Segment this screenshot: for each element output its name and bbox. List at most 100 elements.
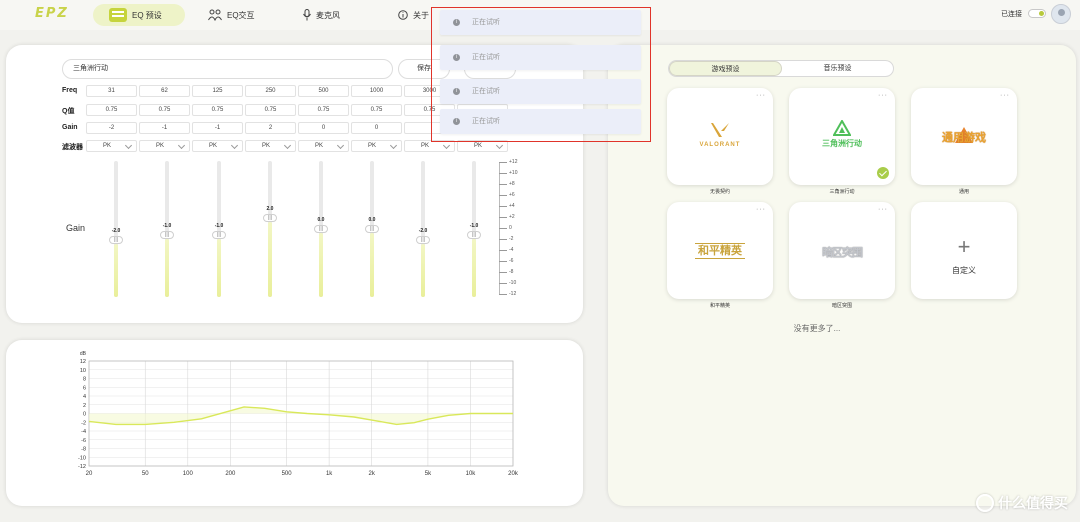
tab-music-presets[interactable]: 音乐预设 bbox=[782, 61, 893, 76]
q-cell[interactable]: 0.75 bbox=[298, 104, 349, 116]
scale-tick bbox=[499, 294, 507, 295]
freq-cell[interactable]: 1000 bbox=[351, 85, 402, 97]
x-tick-label: 2k bbox=[368, 471, 375, 477]
filter-cell[interactable]: PK bbox=[192, 140, 243, 152]
gain-cell[interactable]: -1 bbox=[192, 122, 243, 134]
scale-label: -2 bbox=[509, 236, 514, 242]
freq-cell[interactable]: 31 bbox=[86, 85, 137, 97]
q-cell[interactable]: 0.75 bbox=[192, 104, 243, 116]
preset-caption-valorant: 无畏契约 bbox=[709, 189, 730, 195]
watermark-text: 什么值得买 bbox=[998, 495, 1068, 511]
filter-cell[interactable]: PK bbox=[139, 140, 190, 152]
preset-caption-arena-breakout: 暗区突围 bbox=[831, 303, 852, 309]
gain-slider-handle[interactable]: ||| bbox=[109, 236, 123, 245]
y-tick-label: 8 bbox=[83, 377, 86, 383]
gain-slider[interactable]: -1.0 ||| bbox=[212, 161, 226, 297]
gain-slider-value: -1.0 bbox=[162, 222, 172, 229]
gain-slider[interactable]: 0.0 ||| bbox=[314, 161, 328, 297]
preset-card-peace-elite[interactable]: ··· 和平精英 bbox=[667, 202, 773, 299]
gain-slider[interactable]: -2.0 ||| bbox=[416, 161, 430, 297]
more-icon[interactable]: ··· bbox=[878, 206, 888, 213]
gain-slider[interactable]: 0.0 ||| bbox=[365, 161, 379, 297]
tab-game-presets[interactable]: 游戏预设 bbox=[669, 61, 782, 76]
preset-name-input[interactable]: 三角洲行动 bbox=[62, 59, 393, 79]
more-icon[interactable]: ··· bbox=[878, 92, 888, 99]
freq-cell[interactable]: 125 bbox=[192, 85, 243, 97]
gain-slider-fill bbox=[472, 238, 476, 297]
gain-cell[interactable]: 0 bbox=[298, 122, 349, 134]
toast-message: i 正在试听 bbox=[440, 79, 641, 104]
gain-cell[interactable]: -1 bbox=[139, 122, 190, 134]
gain-slider-handle[interactable]: ||| bbox=[314, 225, 328, 233]
q-cell[interactable]: 0.75 bbox=[86, 104, 137, 116]
gain-slider[interactable]: -1.0 ||| bbox=[467, 161, 481, 297]
filter-cell[interactable]: PK bbox=[298, 140, 349, 152]
gain-cell[interactable]: 2 bbox=[245, 122, 296, 134]
preset-caption-delta-force: 三角洲行动 bbox=[829, 189, 855, 195]
nav-eq-interact[interactable]: EQ交互 bbox=[208, 4, 255, 26]
peace-elite-logo-text: 和平精英 bbox=[695, 243, 745, 259]
gain-slider-handle[interactable]: ||| bbox=[160, 230, 174, 239]
frequency-response-panel: 12 10 8 6 4 2 0 -2 -4 -6 -8 -10 -12 20 50 100 200 500 1k 2k… bbox=[6, 340, 583, 506]
nav-eq-preset[interactable]: EQ 预设 bbox=[93, 4, 185, 26]
gain-slider-handle[interactable]: ||| bbox=[365, 225, 379, 233]
freq-cell[interactable]: 62 bbox=[139, 85, 190, 97]
y-tick-label: -2 bbox=[81, 420, 86, 426]
gain-cell[interactable]: -2 bbox=[86, 122, 137, 134]
scale-label: +6 bbox=[509, 192, 515, 198]
preset-card-valorant[interactable]: ··· VALORANT bbox=[667, 88, 773, 185]
preset-card-delta-force[interactable]: ··· 三角洲行动 bbox=[789, 88, 895, 185]
gain-slider-fill bbox=[370, 233, 374, 297]
more-icon[interactable]: ··· bbox=[1000, 92, 1010, 99]
q-cell[interactable]: 0.75 bbox=[139, 104, 190, 116]
q-row-label: Q值 bbox=[62, 108, 75, 115]
scale-label: +12 bbox=[509, 159, 518, 165]
arena-breakout-logo-text: 暗区突围 bbox=[822, 247, 863, 259]
gain-slider[interactable]: -1.0 ||| bbox=[160, 161, 174, 297]
info-icon: i bbox=[453, 118, 460, 125]
freq-cell[interactable]: 500 bbox=[298, 85, 349, 97]
custom-preset-card[interactable]: + 自定义 bbox=[911, 202, 1017, 299]
toast-text: 正在试听 bbox=[472, 54, 500, 61]
preset-card-arena-breakout[interactable]: ··· 暗区突围 bbox=[789, 202, 895, 299]
q-cell[interactable]: 0.75 bbox=[351, 104, 402, 116]
y-tick-label: -10 bbox=[78, 455, 86, 461]
gain-slider-handle[interactable]: ||| bbox=[212, 230, 226, 239]
y-tick-label: -12 bbox=[78, 464, 86, 470]
y-axis-unit: dB bbox=[80, 351, 87, 357]
scale-label: -10 bbox=[509, 280, 517, 286]
connection-toggle[interactable] bbox=[1028, 9, 1046, 18]
gain-slider[interactable]: 2.0 ||| bbox=[263, 161, 277, 297]
filter-cell[interactable]: PK bbox=[351, 140, 402, 152]
freq-cell[interactable]: 250 bbox=[245, 85, 296, 97]
gain-slider-value: 0.0 bbox=[317, 217, 325, 223]
y-tick-label: 10 bbox=[80, 368, 86, 374]
more-icon[interactable]: ··· bbox=[756, 206, 766, 213]
preset-caption-general: 通用 bbox=[958, 189, 969, 195]
x-tick-label: 1k bbox=[326, 471, 333, 477]
more-icon[interactable]: ··· bbox=[756, 92, 766, 99]
scale-label: 0 bbox=[509, 225, 512, 231]
nav-about[interactable]: 关于 bbox=[398, 4, 429, 26]
x-tick-label: 20 bbox=[86, 471, 93, 477]
toast-message: i 正在试听 bbox=[440, 109, 641, 134]
filter-cell[interactable]: PK bbox=[86, 140, 137, 152]
filter-cell[interactable]: PK bbox=[245, 140, 296, 152]
custom-preset-label: 自定义 bbox=[952, 266, 976, 275]
preset-card-general[interactable]: ··· 通用游戏 bbox=[911, 88, 1017, 185]
gain-slider-value: 0.0 bbox=[368, 217, 376, 223]
gain-slider-handle[interactable]: ||| bbox=[467, 230, 481, 239]
avatar[interactable] bbox=[1051, 4, 1071, 24]
x-tick-label: 200 bbox=[225, 471, 236, 477]
q-cell[interactable]: 0.75 bbox=[245, 104, 296, 116]
gain-slider-handle[interactable]: ||| bbox=[263, 213, 277, 222]
x-tick-label: 100 bbox=[183, 471, 194, 477]
preset-tabs: 游戏预设 音乐预设 bbox=[668, 60, 894, 77]
toast-text: 正在试听 bbox=[472, 118, 500, 125]
gain-slider-handle[interactable]: ||| bbox=[416, 236, 430, 245]
nav-microphone[interactable]: 麦克风 bbox=[303, 4, 340, 26]
gain-slider[interactable]: -2.0 ||| bbox=[109, 161, 123, 297]
scale-tick bbox=[499, 206, 507, 207]
nav-eq-preset-label: EQ 预设 bbox=[132, 10, 162, 20]
gain-cell[interactable]: 0 bbox=[351, 122, 402, 134]
